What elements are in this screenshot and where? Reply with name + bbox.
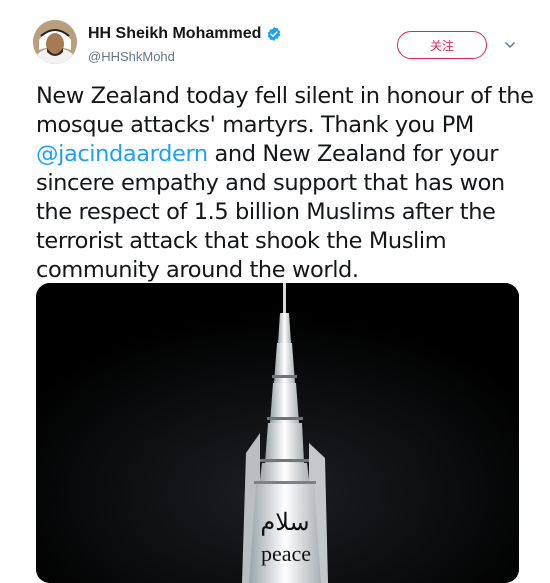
mention-link[interactable]: @jacindaardern [36,141,208,167]
tweet-media-image[interactable]: سلام peace [36,283,519,583]
tweet-line-rest: and New Zealand for your [207,141,499,167]
chevron-down-icon[interactable] [503,38,517,52]
english-projection-text: peace [260,541,312,566]
tweet-line: terrorist attack that shook the Muslim [36,228,447,254]
tweet-text: New Zealand today fell silent in honour … [36,82,536,285]
tweet-line: @jacindaardern and New Zealand for your [36,140,536,169]
tweet-line: the respect of 1.5 billion Muslims after… [36,199,496,225]
arabic-projection-text: سلام [260,508,310,536]
tweet-line: New Zealand today fell silent in honour … [36,83,534,109]
tweet-line: mosque attacks' martyrs. Thank you PM [36,112,474,138]
tweet-line: sincere empathy and support that has won [36,170,505,196]
user-handle[interactable]: @HHShkMohd [88,49,175,64]
display-name[interactable]: HH Sheikh Mohammed [88,25,261,43]
verified-badge-icon [266,26,282,42]
tweet-line: community around the world. [36,257,359,283]
tweet-card: HH Sheikh Mohammed @HHShkMohd 关注 New Zea… [0,0,550,583]
avatar[interactable] [33,20,77,64]
follow-button[interactable]: 关注 [397,31,487,59]
name-row: HH Sheikh Mohammed [88,25,282,43]
